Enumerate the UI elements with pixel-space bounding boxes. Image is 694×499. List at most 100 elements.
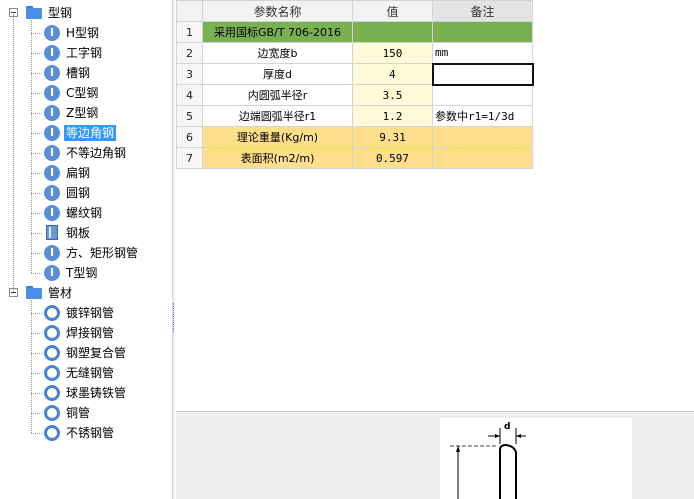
table-row: 5 边端圆弧半径r1 1.2 参数中r1=1/3d xyxy=(176,105,533,127)
param-remark-cell[interactable] xyxy=(432,126,533,148)
remark-header[interactable]: 备注 xyxy=(432,0,533,22)
tree-item[interactable]: 球墨铸铁管 xyxy=(0,383,170,403)
param-name-header[interactable]: 参数名称 xyxy=(202,0,353,22)
i-beam-icon: I xyxy=(44,125,60,141)
tree-item[interactable]: I 不等边角钢 xyxy=(0,143,170,163)
param-remark-cell[interactable] xyxy=(432,147,533,169)
row-number[interactable]: 3 xyxy=(176,63,203,85)
row-number[interactable]: 4 xyxy=(176,84,203,106)
tree-item-label: C型钢 xyxy=(66,86,99,100)
tree-connector xyxy=(31,433,42,434)
tree-item[interactable]: I 工字钢 xyxy=(0,43,170,63)
tree-item[interactable]: I T型钢 xyxy=(0,263,170,283)
pipe-ring-icon xyxy=(44,405,60,421)
tree-item-label: 工字钢 xyxy=(66,46,103,60)
param-value-cell[interactable]: 9.31 xyxy=(352,126,433,148)
tree-item[interactable]: 钢板 xyxy=(0,223,170,243)
angle-steel-drawing: d xyxy=(440,418,632,499)
param-remark-cell[interactable]: mm xyxy=(432,42,533,64)
param-value-cell[interactable]: 150 xyxy=(352,42,433,64)
tree-item-label: 不等边角钢 xyxy=(66,146,127,160)
i-beam-icon: I xyxy=(44,145,60,161)
tree-group-0[interactable]: 型钢 xyxy=(0,3,170,23)
tree-item[interactable]: I 槽钢 xyxy=(0,63,170,83)
tree-item[interactable]: I Z型钢 xyxy=(0,103,170,123)
tree-group-label: 型钢 xyxy=(48,6,73,20)
param-value-cell[interactable] xyxy=(352,21,433,43)
tree-item[interactable]: I 等边角钢 xyxy=(0,123,170,143)
tree-item-label: 槽钢 xyxy=(66,66,91,80)
tree-connector xyxy=(31,173,42,174)
tree-item-label: 不锈钢管 xyxy=(66,426,115,440)
tree-connector xyxy=(31,53,42,54)
tree-connector xyxy=(31,153,42,154)
tree-item[interactable]: 镀锌钢管 xyxy=(0,303,170,323)
tree-item-label: 球墨铸铁管 xyxy=(66,386,127,400)
dimension-d-label: d xyxy=(504,422,510,432)
value-header[interactable]: 值 xyxy=(352,0,433,22)
tree-item-label: 焊接钢管 xyxy=(66,326,115,340)
tree-item[interactable]: 不锈钢管 xyxy=(0,423,170,443)
tree-item[interactable]: I 方、矩形钢管 xyxy=(0,243,170,263)
tree-item-label: 镀锌钢管 xyxy=(66,306,115,320)
tree-item-label: 圆钢 xyxy=(66,186,91,200)
i-beam-icon: I xyxy=(44,205,60,221)
tree-connector xyxy=(31,273,42,274)
param-remark-cell[interactable] xyxy=(432,21,533,43)
tree-connector xyxy=(31,133,42,134)
tree-item-label: 钢板 xyxy=(66,226,91,240)
tree-item-label: 钢塑复合管 xyxy=(66,346,127,360)
i-beam-icon: I xyxy=(44,265,60,281)
i-beam-icon: I xyxy=(44,65,60,81)
angle-steel-section-svg: d xyxy=(450,422,526,499)
tree-item[interactable]: I H型钢 xyxy=(0,23,170,43)
pipe-ring-icon xyxy=(44,305,60,321)
param-remark-cell[interactable] xyxy=(432,84,533,106)
pipe-ring-icon xyxy=(44,425,60,441)
table-row: 3 厚度d 4 xyxy=(176,62,534,86)
tree-connector xyxy=(31,353,42,354)
tree-item[interactable]: I 扁钢 xyxy=(0,163,170,183)
tree-connector xyxy=(31,113,42,114)
tree-connector xyxy=(31,393,42,394)
pipe-ring-icon xyxy=(44,345,60,361)
tree-item[interactable]: 钢塑复合管 xyxy=(0,343,170,363)
row-number[interactable]: 5 xyxy=(176,105,203,127)
param-value-cell[interactable]: 3.5 xyxy=(352,84,433,106)
tree-item[interactable]: I C型钢 xyxy=(0,83,170,103)
param-name-cell: 内圆弧半径r xyxy=(202,84,353,106)
tree-connector xyxy=(31,213,42,214)
row-number[interactable]: 2 xyxy=(176,42,203,64)
pane-splitter[interactable] xyxy=(172,0,175,499)
param-name-cell: 理论重量(Kg/m) xyxy=(202,126,353,148)
param-value-cell[interactable]: 4 xyxy=(352,63,433,85)
tree-item[interactable]: 铜管 xyxy=(0,403,170,423)
tree-item[interactable]: I 圆钢 xyxy=(0,183,170,203)
pipe-ring-icon xyxy=(44,385,60,401)
tree-connector xyxy=(31,193,42,194)
tree-item-label: 扁钢 xyxy=(66,166,91,180)
splitter-grip[interactable] xyxy=(173,303,174,333)
param-value-cell[interactable]: 0.597 xyxy=(352,147,433,169)
param-remark-cell[interactable] xyxy=(431,62,534,86)
tree-group-1[interactable]: 管材 xyxy=(0,283,170,303)
table-header-row: 参数名称 值 备注 xyxy=(176,0,533,22)
steel-plate-icon xyxy=(46,225,58,240)
row-number[interactable]: 7 xyxy=(176,147,203,169)
row-number[interactable]: 1 xyxy=(176,21,203,43)
tree-connector xyxy=(31,233,42,234)
tree-connector xyxy=(31,333,42,334)
tree-item[interactable]: 焊接钢管 xyxy=(0,323,170,343)
i-beam-icon: I xyxy=(44,25,60,41)
table-row: 1 采用国标GB/T 706-2016 xyxy=(176,21,533,43)
param-name-cell: 表面积(m2/m) xyxy=(202,147,353,169)
i-beam-icon: I xyxy=(44,105,60,121)
param-value-cell[interactable]: 1.2 xyxy=(352,105,433,127)
tree-item[interactable]: I 螺纹钢 xyxy=(0,203,170,223)
tree-item[interactable]: 无缝钢管 xyxy=(0,363,170,383)
tree-connector xyxy=(31,373,42,374)
row-number[interactable]: 6 xyxy=(176,126,203,148)
param-remark-cell[interactable]: 参数中r1=1/3d xyxy=(432,105,533,127)
i-beam-icon: I xyxy=(44,165,60,181)
parameter-table: 参数名称 值 备注 1 采用国标GB/T 706-2016 2 边宽度b 150 mm 3 厚… xyxy=(176,0,534,169)
